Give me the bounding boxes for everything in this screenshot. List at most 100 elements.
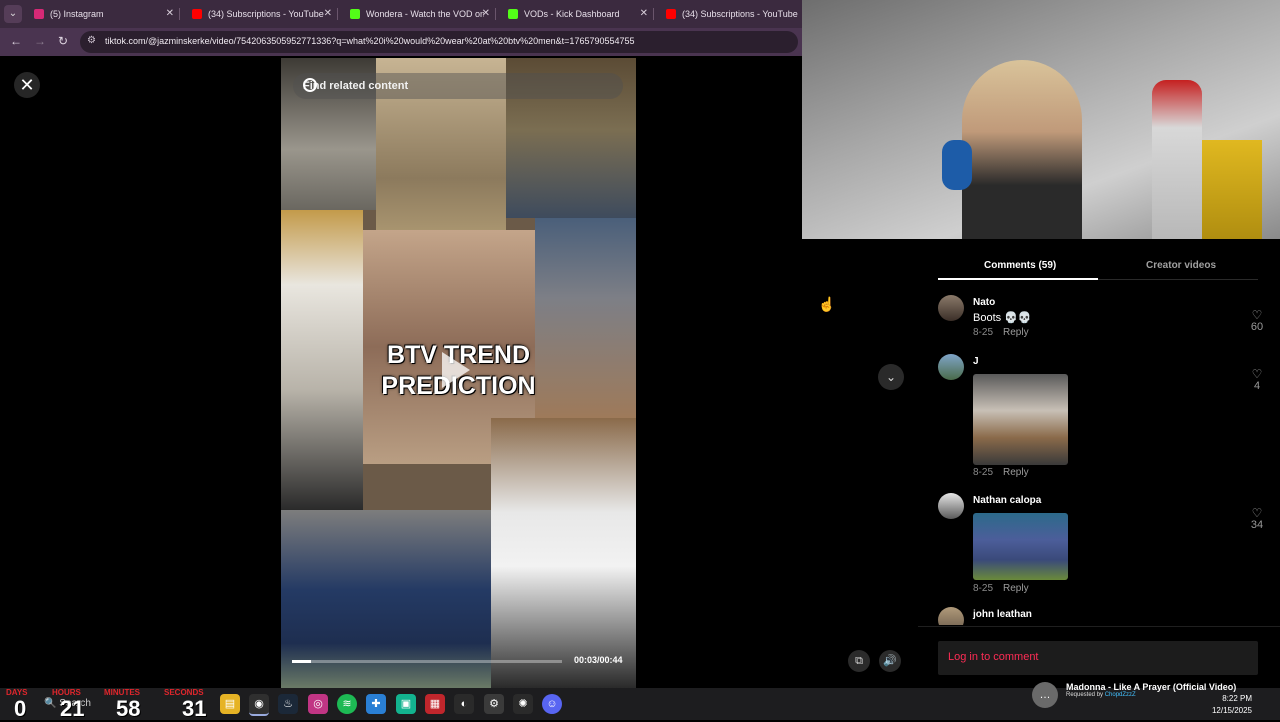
url-text: tiktok.com/@jazminskerke/video/754206350… — [105, 36, 635, 46]
comment-meta: 8-25 Reply — [973, 467, 1029, 478]
instagram-favicon-icon — [34, 9, 44, 19]
like-button[interactable]: ♡ 4 — [1246, 368, 1268, 392]
close-tab-icon[interactable]: ✕ — [482, 8, 490, 19]
browser-tab-strip: ⌄ (5) Instagram ✕ (34) Subscriptions - Y… — [0, 0, 802, 28]
media-app-icon[interactable]: ▦ — [425, 694, 445, 714]
comment-item: Nathan calopa 8-25 Reply ♡ 34 — [938, 493, 1268, 594]
site-settings-icon[interactable]: ⚙ — [87, 35, 96, 46]
openai-icon[interactable]: ✺ — [513, 694, 533, 714]
volume-icon[interactable]: 🔊 — [879, 650, 901, 672]
tab-title: (5) Instagram — [50, 9, 104, 19]
like-count: 34 — [1250, 519, 1264, 531]
tab-title: (34) Subscriptions - YouTube — [208, 9, 324, 19]
browser-tab-youtube-subscriptions-2[interactable]: (34) Subscriptions - YouTube — [660, 0, 802, 28]
settings-gear-icon[interactable]: ⚙ — [484, 694, 504, 714]
comment-item: Nato Boots 💀💀 8-25 Reply ♡ 60 — [938, 295, 1268, 345]
close-tab-icon[interactable]: ✕ — [324, 8, 332, 19]
close-tab-icon[interactable]: ✕ — [166, 8, 174, 19]
video-progress-bar[interactable] — [292, 660, 562, 663]
chrome-icon[interactable]: ◉ — [249, 694, 269, 716]
login-label: Log in to comment — [948, 651, 1039, 663]
tab-title: VODs - Kick Dashboard — [524, 9, 620, 19]
video-time: 00:03/00:44 — [574, 655, 623, 665]
reply-button[interactable]: Reply — [1003, 327, 1029, 338]
reply-button[interactable]: Reply — [1003, 467, 1029, 478]
heart-icon[interactable]: ♡ — [1246, 507, 1268, 519]
avatar[interactable] — [938, 354, 964, 380]
progress-fill — [292, 660, 311, 663]
chat-app-icon[interactable]: ▣ — [396, 694, 416, 714]
reload-icon[interactable]: ↻ — [58, 34, 68, 48]
tab-search-chevron-icon[interactable]: ⌄ — [4, 5, 22, 23]
browser-tab-kick-dashboard[interactable]: VODs - Kick Dashboard ✕ — [502, 0, 654, 28]
comments-panel: Comments (59) Creator videos Nato Boots … — [918, 239, 1280, 689]
clock-time: 8:22 PM — [1222, 694, 1252, 703]
tab-divider — [179, 8, 180, 20]
file-explorer-icon[interactable]: ▤ — [220, 694, 240, 714]
tab-divider — [337, 8, 338, 20]
forward-arrow-icon[interactable]: → — [34, 34, 46, 48]
back-arrow-icon[interactable]: ← — [10, 34, 22, 48]
requested-by-prefix: Requested by — [1066, 692, 1104, 698]
comment-text: Boots 💀💀 — [973, 312, 1032, 324]
countdown-minutes: 58 — [116, 696, 141, 721]
address-bar[interactable]: ⚙ tiktok.com/@jazminskerke/video/7542063… — [80, 31, 798, 53]
can-image — [1202, 140, 1262, 239]
browser-tab-instagram[interactable]: (5) Instagram ✕ — [28, 0, 180, 28]
app-icon[interactable]: ◐ — [454, 694, 474, 714]
tab-title: (34) Subscriptions - YouTube — [682, 9, 798, 19]
picture-in-picture-icon[interactable]: ⧉ — [848, 650, 870, 672]
chat-bubble-icon[interactable]: … — [1032, 682, 1058, 708]
browser-toolbar: ← → ↻ ⚙ tiktok.com/@jazminskerke/video/7… — [0, 28, 802, 56]
bottle-image — [1152, 80, 1202, 239]
like-button[interactable]: ♡ 60 — [1246, 309, 1268, 333]
comment-gif-image[interactable] — [973, 513, 1068, 580]
reply-button[interactable]: Reply — [1003, 583, 1029, 594]
heart-icon[interactable]: ♡ — [1246, 309, 1268, 321]
tab-divider — [495, 8, 496, 20]
comment-author[interactable]: Nato — [973, 297, 995, 308]
avatar[interactable] — [938, 607, 964, 625]
close-video-button[interactable]: ✕ — [14, 72, 40, 98]
comment-date: 8-25 — [973, 327, 994, 338]
comment-author[interactable]: J — [973, 356, 979, 367]
comment-date: 8-25 — [973, 467, 994, 478]
comment-author[interactable]: john leathan — [973, 609, 1032, 620]
heart-icon[interactable]: ♡ — [1246, 368, 1268, 380]
chevron-down-icon[interactable]: ⌄ — [878, 364, 904, 390]
requester-name: ChopdZzzZ — [1104, 692, 1136, 698]
login-bar: Log in to comment — [918, 626, 1280, 689]
avatar[interactable] — [938, 493, 964, 519]
tab-divider — [653, 8, 654, 20]
avatar[interactable] — [938, 295, 964, 321]
steam-icon[interactable]: ♨ — [278, 694, 298, 714]
close-tab-icon[interactable]: ✕ — [640, 8, 648, 19]
system-clock[interactable]: 8:22 PM 12/15/2025 — [1210, 694, 1252, 715]
video-frame-tile — [491, 418, 636, 688]
kick-favicon-icon — [508, 9, 518, 19]
spotify-icon[interactable]: ≋ — [337, 694, 357, 714]
search-placeholder: Find related content — [303, 80, 409, 92]
instagram-icon[interactable]: ◎ — [308, 694, 328, 714]
clock-date: 12/15/2025 — [1211, 706, 1252, 715]
like-count: 60 — [1250, 321, 1264, 333]
find-related-content-search[interactable]: Find related content — [293, 73, 623, 99]
now-playing-title: Madonna - Like A Prayer (Official Video) — [1066, 682, 1237, 692]
tab-creator-videos[interactable]: Creator videos — [1146, 260, 1216, 271]
like-button[interactable]: ♡ 34 — [1246, 507, 1268, 531]
discord-icon[interactable]: ☺ — [542, 694, 562, 714]
mouse-cursor-icon: ☝ — [818, 296, 836, 312]
microphone-icon — [942, 140, 972, 190]
browser-tab-wondera-vod[interactable]: Wondera - Watch the VOD on ✕ — [344, 0, 496, 28]
play-icon[interactable] — [442, 352, 470, 388]
search-icon[interactable] — [303, 78, 317, 92]
youtube-favicon-icon — [666, 9, 676, 19]
comment-item: john leathan — [938, 607, 1268, 625]
tab-comments[interactable]: Comments (59) — [984, 260, 1056, 271]
browser-tab-youtube-subscriptions[interactable]: (34) Subscriptions - YouTube ✕ — [186, 0, 338, 28]
comment-item: J 8-25 Reply ♡ 4 — [938, 354, 1268, 479]
app-icon[interactable]: ✚ — [366, 694, 386, 714]
comment-gif-image[interactable] — [973, 374, 1068, 465]
log-in-to-comment-button[interactable]: Log in to comment — [938, 641, 1258, 675]
comment-author[interactable]: Nathan calopa — [973, 495, 1041, 506]
